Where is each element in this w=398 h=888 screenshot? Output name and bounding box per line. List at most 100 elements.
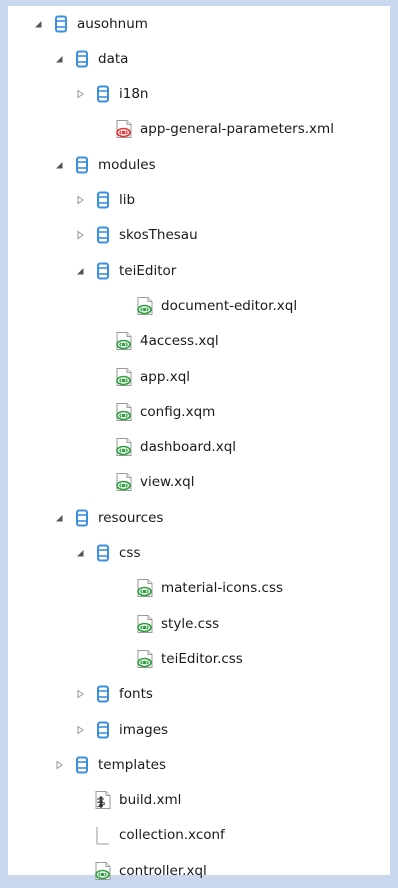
xquery-file-icon <box>93 861 113 881</box>
xquery-file-icon <box>135 649 155 669</box>
blank-file-icon <box>93 825 113 845</box>
tree-item-label: document-editor.xql <box>161 297 298 314</box>
tree-item-label: material-icons.css <box>161 580 284 597</box>
tree-item-label: style.css <box>161 615 220 632</box>
collapsed-arrow-icon[interactable] <box>73 723 87 737</box>
tree-item-label: fonts <box>119 686 153 703</box>
tree-item-label: app.xql <box>140 368 191 385</box>
folder-icon <box>93 720 113 740</box>
tree-item-i18n[interactable]: i18n <box>8 77 390 112</box>
xml-file-icon <box>114 119 134 139</box>
folder-icon <box>51 14 71 34</box>
tree-item-controller-xql[interactable]: controller.xql <box>8 853 390 888</box>
tree-item-label: lib <box>119 192 136 208</box>
tree-item-label: skosThesau <box>119 227 198 244</box>
collapsed-arrow-icon[interactable] <box>52 758 66 772</box>
folder-icon <box>93 684 113 704</box>
xquery-file-icon <box>135 578 155 598</box>
collapsed-arrow-icon[interactable] <box>73 228 87 242</box>
tree-item-label: templates <box>98 756 166 773</box>
folder-icon <box>72 755 92 775</box>
tree-item-label: view.xql <box>140 474 195 491</box>
tree-item-css[interactable]: css <box>8 536 390 571</box>
tree-item-document-editor-xql[interactable]: document-editor.xql <box>8 288 390 323</box>
tree-item-dashboard-xql[interactable]: dashboard.xql <box>8 430 390 465</box>
folder-icon <box>72 49 92 69</box>
xquery-file-icon <box>114 331 134 351</box>
tree-item-label: build.xml <box>119 792 182 809</box>
folder-icon <box>72 508 92 528</box>
tree-item-label: images <box>119 721 169 738</box>
expanded-arrow-icon[interactable] <box>52 511 66 525</box>
folder-icon <box>72 155 92 175</box>
tree-item-label: ausohnum <box>77 15 148 32</box>
folder-icon <box>93 190 113 210</box>
tree-item-label: resources <box>98 509 164 526</box>
tree-item-app-general-parameters-xml[interactable]: app-general-parameters.xml <box>8 112 390 147</box>
expanded-arrow-icon[interactable] <box>52 158 66 172</box>
tree-item-label: config.xqm <box>140 403 216 420</box>
tree-item-label: modules <box>98 156 156 173</box>
tree-item-label: dashboard.xql <box>140 439 237 456</box>
tree-item-teieditor[interactable]: teiEditor <box>8 253 390 288</box>
tree-item-label: data <box>98 50 129 67</box>
tree-item-style-css[interactable]: style.css <box>8 606 390 641</box>
tree-item-collection-xconf[interactable]: collection.xconf <box>8 818 390 853</box>
tree-item-4access-xql[interactable]: 4access.xql <box>8 324 390 359</box>
folder-icon <box>93 84 113 104</box>
expanded-arrow-icon[interactable] <box>73 264 87 278</box>
tree-item-resources[interactable]: resources <box>8 500 390 535</box>
tree-item-config-xqm[interactable]: config.xqm <box>8 394 390 429</box>
tree-item-label: controller.xql <box>119 862 207 879</box>
tree-item-images[interactable]: images <box>8 712 390 747</box>
xquery-file-icon <box>114 437 134 457</box>
tree-item-label: teiEditor <box>119 262 177 279</box>
tree-item-app-xql[interactable]: app.xql <box>8 359 390 394</box>
expanded-arrow-icon[interactable] <box>31 17 45 31</box>
ant-build-file-icon <box>93 790 113 810</box>
expanded-arrow-icon[interactable] <box>52 52 66 66</box>
tree-item-data[interactable]: data <box>8 41 390 76</box>
tree-item-build-xml[interactable]: build.xml <box>8 783 390 818</box>
tree-item-skosthesau[interactable]: skosThesau <box>8 218 390 253</box>
folder-icon <box>93 543 113 563</box>
tree-item-label: 4access.xql <box>140 333 219 350</box>
tree-item-fonts[interactable]: fonts <box>8 677 390 712</box>
collapsed-arrow-icon[interactable] <box>73 87 87 101</box>
xquery-file-icon <box>114 367 134 387</box>
tree-item-modules[interactable]: modules <box>8 147 390 182</box>
tree-item-teieditor-css[interactable]: teiEditor.css <box>8 641 390 676</box>
tree-item-templates[interactable]: templates <box>8 747 390 782</box>
folder-icon <box>93 261 113 281</box>
tree-item-ausohnum[interactable]: ausohnum <box>8 6 390 41</box>
xquery-file-icon <box>135 296 155 316</box>
xquery-file-icon <box>114 402 134 422</box>
collapsed-arrow-icon[interactable] <box>73 193 87 207</box>
tree-item-label: teiEditor.css <box>161 650 243 667</box>
tree-item-label: app-general-parameters.xml <box>140 121 334 138</box>
xquery-file-icon <box>114 472 134 492</box>
tree-item-lib[interactable]: lib <box>8 183 390 218</box>
file-tree-panel: ausohnum data i18n app-general-parameter… <box>8 6 390 880</box>
collapsed-arrow-icon[interactable] <box>73 687 87 701</box>
tree-item-label: css <box>119 545 141 561</box>
folder-icon <box>93 225 113 245</box>
tree-item-label: i18n <box>119 86 149 103</box>
xquery-file-icon <box>135 614 155 634</box>
tree-item-material-icons-css[interactable]: material-icons.css <box>8 571 390 606</box>
tree-item-view-xql[interactable]: view.xql <box>8 465 390 500</box>
expanded-arrow-icon[interactable] <box>73 546 87 560</box>
